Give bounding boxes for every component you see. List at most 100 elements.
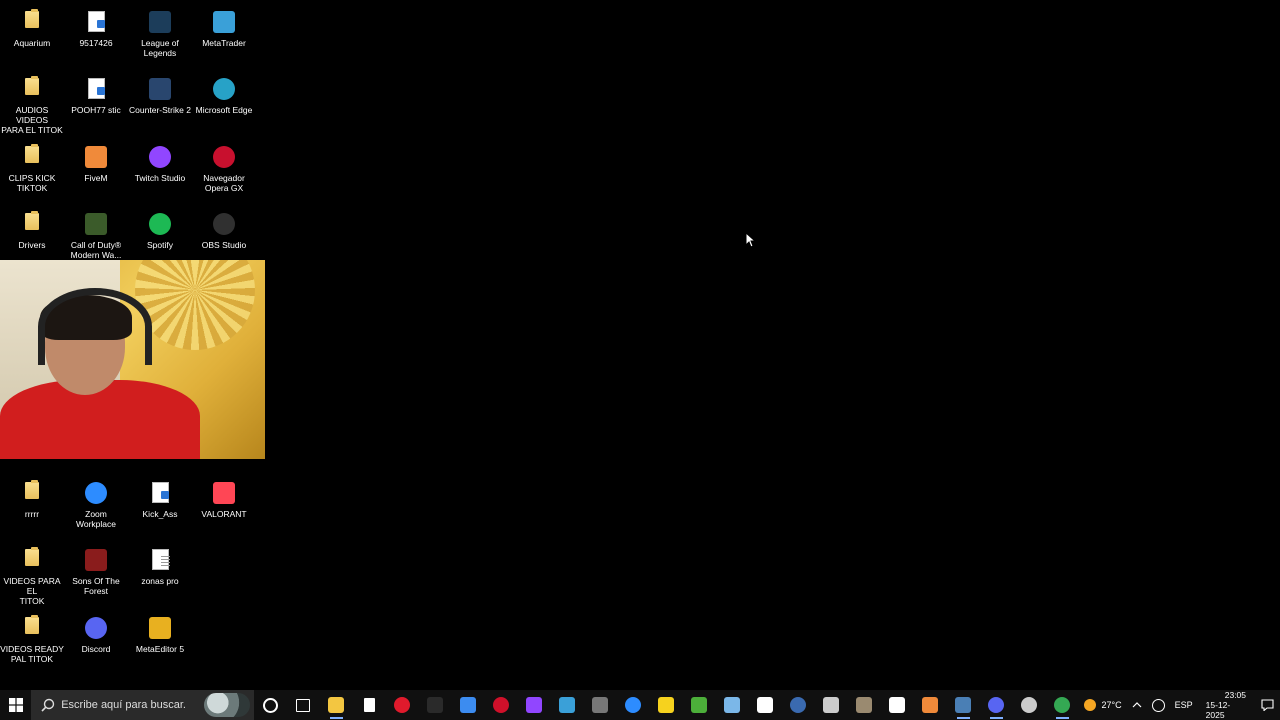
desktop-icon-discord[interactable]: Discord: [64, 611, 128, 654]
desktop-icon-valorant[interactable]: VALORANT: [192, 476, 256, 519]
desktop-icon-label: VIDEOS PARA EL TITOK: [3, 576, 61, 606]
desktop-icon-aquarium[interactable]: Aquarium: [0, 5, 64, 48]
desktop-icon-edge[interactable]: Microsoft Edge: [192, 72, 256, 115]
desktop-icon-fivem[interactable]: FiveM: [64, 140, 128, 183]
taskbar-app-task-view[interactable]: [287, 690, 320, 720]
document-icon: [84, 11, 108, 35]
minecraft-icon: [691, 697, 708, 713]
desktop-icon-cod[interactable]: Call of Duty® Modern Wa...: [64, 207, 128, 260]
chevron-up-icon[interactable]: [1127, 690, 1147, 720]
taskbar-app-tiktok[interactable]: [881, 690, 914, 720]
steam-icon: [955, 697, 972, 713]
desktop-icon-opera[interactable]: Navegador Opera GX: [192, 140, 256, 193]
desktop-icon-ready[interactable]: VIDEOS READY PAL TITOK: [0, 611, 64, 664]
clock[interactable]: 23:05 15-12-2025: [1198, 690, 1254, 720]
desktop-icon-zonas[interactable]: zonas pro: [128, 543, 192, 586]
lol-app-icon: [148, 11, 172, 35]
taskbar-app-steam[interactable]: [947, 690, 980, 720]
desktop-icon-spotify[interactable]: Spotify: [128, 207, 192, 250]
headphones: [38, 288, 152, 365]
desktop-icon-label: Zoom Workplace: [76, 509, 116, 529]
taskbar-app-fivem[interactable]: [914, 690, 947, 720]
taskbar-app-notepad[interactable]: [716, 690, 749, 720]
taskbar-app-file-explorer[interactable]: [320, 690, 353, 720]
weather-temperature: 27°C: [1101, 700, 1122, 710]
tiktok-icon: [889, 697, 906, 713]
desktop-icon-lol[interactable]: League of Legends: [128, 5, 192, 58]
taskbar-app-twitch[interactable]: [518, 690, 551, 720]
weather-sun-icon: [1083, 699, 1096, 711]
desktop-icon-cs2[interactable]: Counter-Strike 2: [128, 72, 192, 115]
game-icon: [856, 697, 873, 713]
language-indicator[interactable]: ESP: [1170, 690, 1198, 720]
desktop-icon-metatrader[interactable]: MetaTrader: [192, 5, 256, 48]
taskbar-app-settings[interactable]: [815, 690, 848, 720]
desktop-icon-twitch[interactable]: Twitch Studio: [128, 140, 192, 183]
system-tray: 27°C ESP 23:05 15-12-2025: [1079, 690, 1280, 720]
cortana-icon: [262, 697, 278, 713]
desktop-icon-sotf[interactable]: Sons Of The Forest: [64, 543, 128, 596]
taskbar: Escribe aquí para buscar. 27°C ESP 23:05…: [0, 690, 1280, 720]
desktop-icon-clips[interactable]: CLIPS KICK TIKTOK: [0, 140, 64, 193]
fivem-icon: [922, 697, 939, 713]
taskbar-search-box[interactable]: Escribe aquí para buscar.: [31, 690, 254, 720]
network-icon[interactable]: [1147, 690, 1170, 720]
desktop-icon-pooh[interactable]: POOH77 stic: [64, 72, 128, 115]
desktop-icon-label: AUDIOS VIDEOS PARA EL TITOK: [1, 105, 63, 135]
taskbar-app-opera[interactable]: [386, 690, 419, 720]
taskbar-app-metatrader[interactable]: [551, 690, 584, 720]
desktop-icon-9517426[interactable]: 9517426: [64, 5, 128, 48]
zoom-app-icon: [84, 482, 108, 506]
taskbar-app-notepad-file[interactable]: [353, 690, 386, 720]
desktop-icon-videos[interactable]: VIDEOS PARA EL TITOK: [0, 543, 64, 606]
taskbar-app-arknights[interactable]: [782, 690, 815, 720]
taskbar-app-sticky-notes[interactable]: [650, 690, 683, 720]
folder-icon: [20, 480, 44, 506]
desktop-icon-zoom[interactable]: Zoom Workplace: [64, 476, 128, 529]
notifications-icon[interactable]: [1254, 690, 1280, 720]
desktop-icon-drivers[interactable]: Drivers: [0, 207, 64, 250]
weather-widget[interactable]: 27°C: [1079, 690, 1127, 720]
folder-icon: [20, 211, 44, 237]
webcam-overlay: [0, 260, 265, 459]
desktop-icon-kick[interactable]: Kick_Ass: [128, 476, 192, 519]
clock-date: 15-12-2025: [1205, 700, 1231, 720]
notepad-icon: [724, 697, 741, 713]
desktop-icon-obs[interactable]: OBS Studio: [192, 207, 256, 250]
desktop-icon-label: Twitch Studio: [134, 173, 186, 183]
desktop-icon-audios[interactable]: AUDIOS VIDEOS PARA EL TITOK: [0, 72, 64, 135]
taskbar-app-obs[interactable]: [1013, 690, 1046, 720]
desktop-icon-label: OBS Studio: [201, 240, 247, 250]
desktop-icon-label: Spotify: [147, 240, 173, 250]
notepad-file-icon: [363, 698, 375, 712]
taskbar-app-minecraft[interactable]: [683, 690, 716, 720]
desktop-icon-label: VALORANT: [201, 509, 247, 519]
taskbar-app-capcut[interactable]: [749, 690, 782, 720]
desktop-icon-label: League of Legends: [141, 38, 179, 58]
taskbar-app-calculator[interactable]: [584, 690, 617, 720]
desktop-icon-label: CLIPS KICK TIKTOK: [8, 173, 56, 193]
taskbar-app-copilot[interactable]: [452, 690, 485, 720]
clock-time: 23:05: [1224, 690, 1247, 700]
desktop-icon-metaeditor[interactable]: MetaEditor 5: [128, 611, 192, 654]
taskbar-app-game[interactable]: [848, 690, 881, 720]
calculator-icon: [592, 697, 609, 713]
desktop-icon-label: FiveM: [84, 173, 108, 183]
taskbar-app-chrome[interactable]: [1046, 690, 1079, 720]
taskbar-app-placeholder[interactable]: [419, 690, 452, 720]
desktop-icon-label: Call of Duty® Modern Wa...: [70, 240, 122, 260]
red-app-icon: [493, 697, 510, 713]
desktop-icon-label: POOH77 stic: [71, 105, 121, 115]
obs-app-icon: [212, 213, 236, 237]
search-highlight-image: [203, 693, 250, 717]
taskbar-app-cortana[interactable]: [254, 690, 287, 720]
document-icon: [84, 78, 108, 102]
taskbar-app-red-app[interactable]: [485, 690, 518, 720]
mouse-cursor: [745, 231, 757, 253]
start-button[interactable]: [0, 690, 31, 720]
sticky-notes-icon: [658, 697, 675, 713]
taskbar-app-zoom[interactable]: [617, 690, 650, 720]
taskbar-app-discord[interactable]: [980, 690, 1013, 720]
opera-app-icon: [212, 146, 236, 170]
desktop-icon-rrrrr[interactable]: rrrrr: [0, 476, 64, 519]
